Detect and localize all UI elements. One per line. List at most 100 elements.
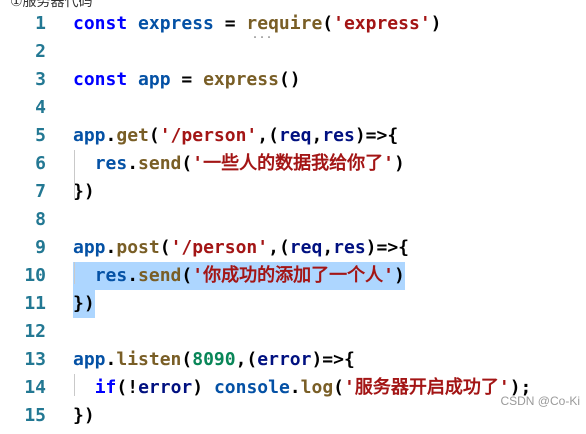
line-number: 7 <box>35 181 46 202</box>
line-number: 9 <box>35 237 46 258</box>
code-editor[interactable]: ①服务器代码 1 const express = require('express… <box>0 0 586 434</box>
line-number: 5 <box>35 125 46 146</box>
line-code[interactable]: }) <box>73 178 95 206</box>
line-code[interactable]: app.listen(8090,(error)=>{ <box>73 346 355 374</box>
code-line[interactable]: 1 const express = require('express') <box>0 10 586 38</box>
line-code[interactable]: if(!error) console.log('服务器开启成功了'); <box>73 374 532 402</box>
code-line[interactable]: 6 res.send('一些人的数据我给你了') <box>0 150 586 178</box>
code-token: '/person' <box>159 125 258 146</box>
code-token: send <box>138 153 182 174</box>
code-token: error <box>257 349 312 370</box>
code-token: '服务器开启成功了' <box>344 377 510 398</box>
code-token: express <box>203 69 279 90</box>
code-token: 8090 <box>192 349 236 370</box>
line-number: 3 <box>35 69 46 90</box>
hint-dots: ... <box>252 30 274 41</box>
code-token: . <box>289 377 301 398</box>
code-token: ( <box>181 265 193 286</box>
line-code[interactable]: res.send('你成功的添加了一个人') <box>73 262 405 290</box>
code-token: req <box>289 237 323 258</box>
code-line[interactable]: 13 app.listen(8090,(error)=>{ <box>0 346 586 374</box>
code-token: app <box>138 69 182 90</box>
code-token: express <box>138 13 225 34</box>
line-code[interactable]: const app = express() <box>73 66 301 94</box>
code-token: res <box>322 125 355 146</box>
code-line[interactable]: 8 <box>0 206 586 234</box>
code-token: }) <box>73 405 95 426</box>
code-token: '你成功的添加了一个人' <box>192 265 394 286</box>
code-token: , <box>322 237 334 258</box>
line-code[interactable]: app.post('/person',(req,res)=>{ <box>73 234 409 262</box>
indent-guide <box>74 374 75 396</box>
code-token: = <box>224 13 247 34</box>
code-token: )=>{ <box>354 125 399 146</box>
code-token: . <box>105 237 117 258</box>
code-line[interactable]: 9 app.post('/person',(req,res)=>{ <box>0 234 586 262</box>
code-token: ) <box>430 13 442 34</box>
code-token: (! <box>116 377 139 398</box>
code-line[interactable]: 14 if(!error) console.log('服务器开启成功了'); <box>0 374 586 402</box>
code-token: . <box>105 349 117 370</box>
code-token: ,( <box>257 125 279 146</box>
code-token: console <box>213 377 290 398</box>
code-token: ( <box>159 237 171 258</box>
line-number: 15 <box>24 405 46 426</box>
code-token: ,( <box>268 237 290 258</box>
code-token: get <box>116 125 149 146</box>
code-token: res <box>94 265 128 286</box>
line-number: 1 <box>35 13 46 34</box>
line-code[interactable]: app.get('/person',(req,res)=>{ <box>73 122 398 150</box>
code-token: send <box>138 265 182 286</box>
code-token: 'express' <box>333 13 431 34</box>
code-line[interactable]: 10 res.send('你成功的添加了一个人') <box>0 262 586 290</box>
code-token: '一些人的数据我给你了' <box>192 153 394 174</box>
code-token: )=>{ <box>365 237 410 258</box>
code-line[interactable]: 3 const app = express() <box>0 66 586 94</box>
code-token: res <box>333 237 366 258</box>
code-line[interactable]: 12 <box>0 318 586 346</box>
line-number: 6 <box>35 153 46 174</box>
code-token: listen <box>116 349 182 370</box>
code-token: error <box>138 377 193 398</box>
line-number: 8 <box>35 209 46 230</box>
code-token: . <box>105 125 117 146</box>
code-line[interactable]: 7}) <box>0 178 586 206</box>
watermark: CSDN @Co-Ki <box>500 394 580 408</box>
code-token: const <box>73 13 139 34</box>
indent-guide <box>74 150 75 200</box>
code-token: ( <box>181 349 193 370</box>
code-token: log <box>300 377 334 398</box>
code-line[interactable]: 15}) <box>0 402 586 430</box>
code-line[interactable]: 5 app.get('/person',(req,res)=>{ <box>0 122 586 150</box>
top-caption: ①服务器代码 <box>0 0 586 8</box>
code-token: ( <box>333 377 344 398</box>
code-token: ( <box>181 153 193 174</box>
code-token: )=>{ <box>311 349 355 370</box>
code-token: , <box>311 125 323 146</box>
line-number: 4 <box>35 97 46 118</box>
code-token: res <box>94 153 128 174</box>
line-code[interactable]: res.send('一些人的数据我给你了') <box>73 150 405 178</box>
line-number: 2 <box>35 41 46 62</box>
line-number: 10 <box>24 265 46 286</box>
code-token: app <box>73 349 106 370</box>
code-token: app <box>73 237 106 258</box>
line-code[interactable]: }) <box>73 290 95 318</box>
line-code[interactable]: }) <box>73 402 95 430</box>
code-token: ( <box>148 125 160 146</box>
code-token: }) <box>73 181 95 202</box>
code-token: ,( <box>235 349 258 370</box>
code-token: ) <box>192 377 214 398</box>
code-token: = <box>181 69 204 90</box>
code-token: ) <box>393 265 405 286</box>
code-line[interactable]: 2 <box>0 38 586 66</box>
line-number: 14 <box>24 377 46 398</box>
code-line[interactable]: 4 <box>0 94 586 122</box>
code-line[interactable]: 11}) <box>0 290 586 318</box>
code-token: ) <box>393 153 405 174</box>
code-token: . <box>127 153 139 174</box>
code-token: '/person' <box>170 237 269 258</box>
